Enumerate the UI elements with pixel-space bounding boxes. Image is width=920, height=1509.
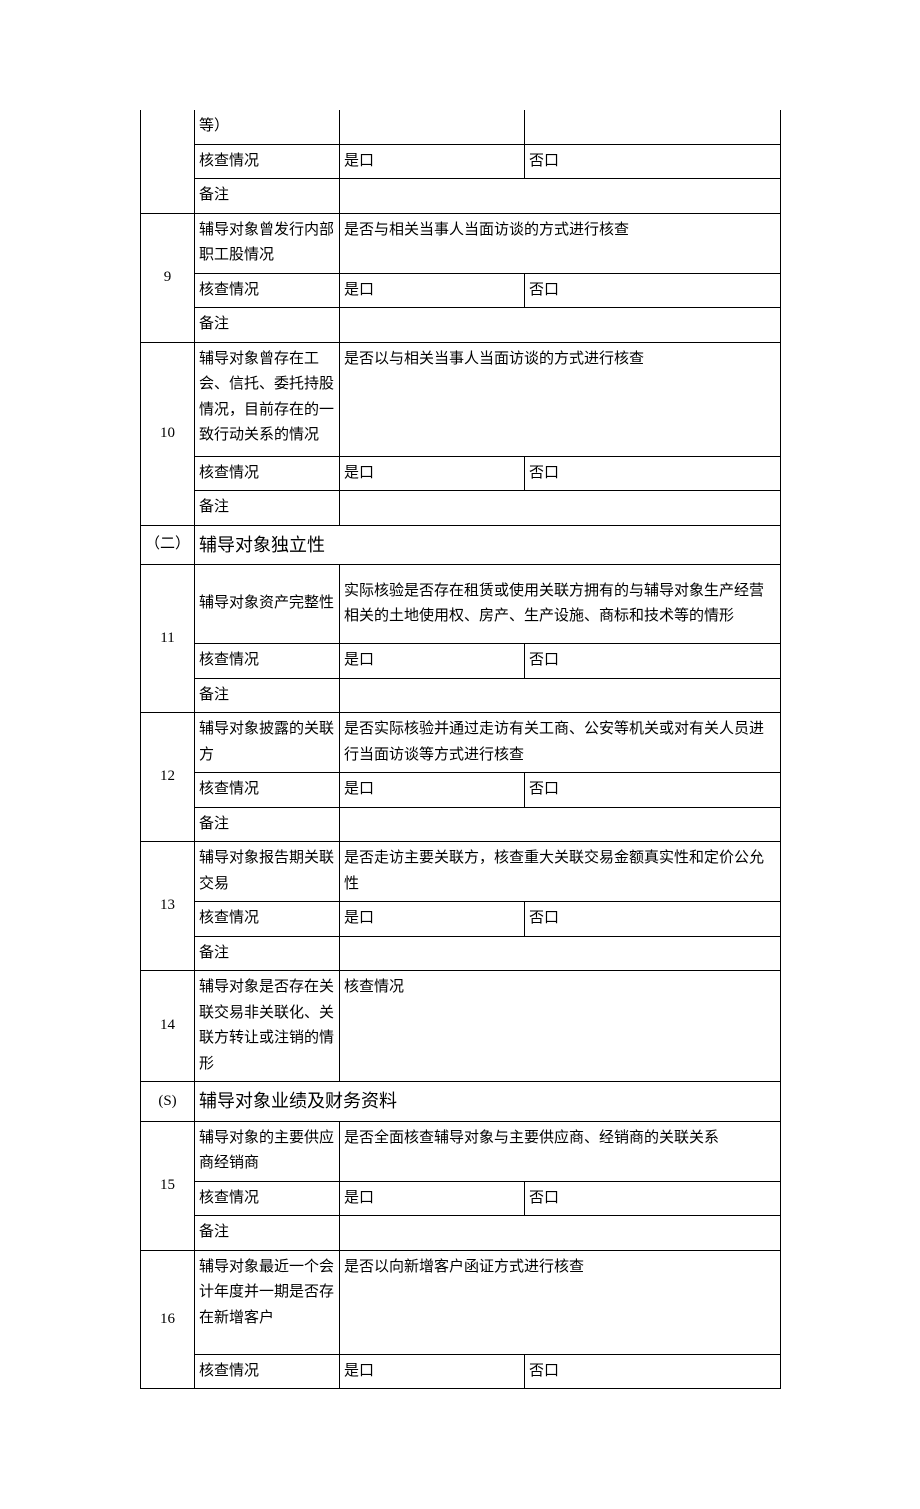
- table-row: 14 辅导对象是否存在关联交易非关联化、关联方转让或注销的情形 核查情况: [141, 971, 781, 1082]
- note-cell: [340, 308, 781, 343]
- num-cell: 11: [141, 565, 195, 713]
- table-row: 等）: [141, 110, 781, 144]
- title-cell: 辅导对象资产完整性: [195, 565, 340, 644]
- section-row: (S) 辅导对象业绩及财务资料: [141, 1082, 781, 1122]
- title-cell: 辅导对象报告期关联交易: [195, 842, 340, 902]
- table-row: 核查情况 是口 否口: [141, 456, 781, 491]
- note-label: 备注: [195, 1216, 340, 1251]
- table-row: 15 辅导对象的主要供应商经销商 是否全面核查辅导对象与主要供应商、经销商的关联…: [141, 1121, 781, 1181]
- check-label: 核查情况: [195, 1354, 340, 1389]
- title-cell: 辅导对象是否存在关联交易非关联化、关联方转让或注销的情形: [195, 971, 340, 1082]
- desc-cell: 核查情况: [340, 971, 781, 1082]
- num-cell: 14: [141, 971, 195, 1082]
- note-label: 备注: [195, 491, 340, 526]
- num-cell: 13: [141, 842, 195, 971]
- check-label: 核查情况: [195, 273, 340, 308]
- note-cell: [340, 936, 781, 971]
- note-label: 备注: [195, 678, 340, 713]
- check-label: 核查情况: [195, 456, 340, 491]
- title-cell: 辅导对象曾发行内部职工股情况: [195, 213, 340, 273]
- table-row: 核查情况 是口 否口: [141, 1181, 781, 1216]
- desc-cell: 是否以向新增客户函证方式进行核查: [340, 1250, 781, 1354]
- num-cell: 9: [141, 213, 195, 342]
- num-cell: 12: [141, 713, 195, 842]
- num-cell: 15: [141, 1121, 195, 1250]
- section-title: 辅导对象独立性: [195, 525, 781, 565]
- table-row: 核查情况 是口 否口: [141, 902, 781, 937]
- desc-cell: 是否全面核查辅导对象与主要供应商、经销商的关联关系: [340, 1121, 781, 1181]
- table-row: 核查情况 是口 否口: [141, 1354, 781, 1389]
- desc-cell: 是否实际核验并通过走访有关工商、公安等机关或对有关人员进行当面访谈等方式进行核查: [340, 713, 781, 773]
- check-label: 核查情况: [195, 1181, 340, 1216]
- title-cell: 辅导对象的主要供应商经销商: [195, 1121, 340, 1181]
- check-label: 核查情况: [195, 773, 340, 808]
- yes-cell: 是口: [340, 1354, 525, 1389]
- table-row: 16 辅导对象最近一个会计年度并一期是否存在新增客户 是否以向新增客户函证方式进…: [141, 1250, 781, 1354]
- section-title: 辅导对象业绩及财务资料: [195, 1082, 781, 1122]
- check-label: 核查情况: [195, 902, 340, 937]
- table-row: 核查情况 是口 否口: [141, 644, 781, 679]
- yes-cell: 是口: [340, 1181, 525, 1216]
- yes-cell: 是口: [340, 644, 525, 679]
- no-cell: 否口: [525, 1181, 781, 1216]
- note-cell: [340, 179, 781, 214]
- table-row: 备注: [141, 179, 781, 214]
- desc-cell: 是否与相关当事人当面访谈的方式进行核查: [340, 213, 781, 273]
- num-cell: [141, 110, 195, 144]
- title-cell: 辅导对象披露的关联方: [195, 713, 340, 773]
- yes-cell: 是口: [340, 902, 525, 937]
- checklist-table: 等） 核查情况 是口 否口 备注 9 辅导对象曾发行内部职工股情况 是否与相关当…: [140, 110, 781, 1389]
- table-row: 12 辅导对象披露的关联方 是否实际核验并通过走访有关工商、公安等机关或对有关人…: [141, 713, 781, 773]
- check-label: 核查情况: [195, 644, 340, 679]
- yes-cell: 是口: [340, 144, 525, 179]
- note-label: 备注: [195, 179, 340, 214]
- no-cell: 否口: [525, 773, 781, 808]
- note-label: 备注: [195, 936, 340, 971]
- desc-cell: [340, 110, 525, 144]
- num-cell: 10: [141, 342, 195, 525]
- note-label: 备注: [195, 807, 340, 842]
- section-num: （二）: [141, 525, 195, 565]
- section-num: (S): [141, 1082, 195, 1122]
- no-cell: 否口: [525, 644, 781, 679]
- note-cell: [340, 678, 781, 713]
- table-row: 13 辅导对象报告期关联交易 是否走访主要关联方，核查重大关联交易金额真实性和定…: [141, 842, 781, 902]
- desc-cell: 实际核验是否存在租赁或使用关联方拥有的与辅导对象生产经营相关的土地使用权、房产、…: [340, 565, 781, 644]
- check-label: 核查情况: [195, 144, 340, 179]
- yes-cell: 是口: [340, 773, 525, 808]
- no-cell: 否口: [525, 1354, 781, 1389]
- desc-cell: 是否以与相关当事人当面访谈的方式进行核查: [340, 342, 781, 456]
- table-row: 核查情况 是口 否口: [141, 773, 781, 808]
- table-row: 备注: [141, 807, 781, 842]
- title-cell: 辅导对象曾存在工会、信托、委托持股情况，目前存在的一致行动关系的情况: [195, 342, 340, 456]
- note-cell: [340, 491, 781, 526]
- table-row: 10 辅导对象曾存在工会、信托、委托持股情况，目前存在的一致行动关系的情况 是否…: [141, 342, 781, 456]
- title-cell: 辅导对象最近一个会计年度并一期是否存在新增客户: [195, 1250, 340, 1354]
- desc-cell: [525, 110, 781, 144]
- table-row: 备注: [141, 308, 781, 343]
- table-row: 核查情况 是口 否口: [141, 144, 781, 179]
- table-row: 11 辅导对象资产完整性 实际核验是否存在租赁或使用关联方拥有的与辅导对象生产经…: [141, 565, 781, 644]
- no-cell: 否口: [525, 273, 781, 308]
- table-row: 核查情况 是口 否口: [141, 273, 781, 308]
- no-cell: 否口: [525, 902, 781, 937]
- table-row: 备注: [141, 1216, 781, 1251]
- num-cell: 16: [141, 1250, 195, 1389]
- no-cell: 否口: [525, 144, 781, 179]
- yes-cell: 是口: [340, 273, 525, 308]
- yes-cell: 是口: [340, 456, 525, 491]
- table-row: 9 辅导对象曾发行内部职工股情况 是否与相关当事人当面访谈的方式进行核查: [141, 213, 781, 273]
- table-row: 备注: [141, 491, 781, 526]
- section-row: （二） 辅导对象独立性: [141, 525, 781, 565]
- no-cell: 否口: [525, 456, 781, 491]
- table-row: 备注: [141, 678, 781, 713]
- note-cell: [340, 1216, 781, 1251]
- title-cell: 等）: [195, 110, 340, 144]
- table-row: 备注: [141, 936, 781, 971]
- note-label: 备注: [195, 308, 340, 343]
- note-cell: [340, 807, 781, 842]
- desc-cell: 是否走访主要关联方，核查重大关联交易金额真实性和定价公允性: [340, 842, 781, 902]
